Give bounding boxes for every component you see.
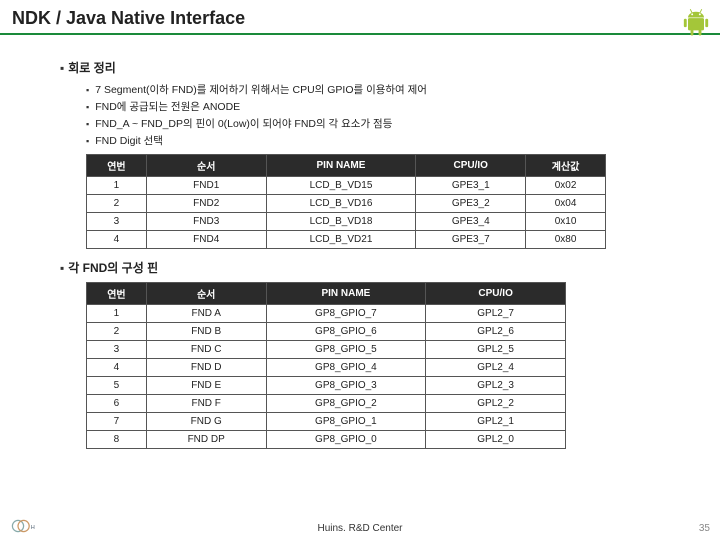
table-row: 1FND AGP8_GPIO_7GPL2_7	[87, 305, 566, 323]
table-header-cell: 연번	[87, 155, 147, 177]
table-cell: GPE3_7	[416, 231, 526, 249]
table-cell: GPE3_4	[416, 213, 526, 231]
table-row: 8FND DPGP8_GPIO_0GPL2_0	[87, 431, 566, 449]
table-fnd-pins: 연번순서PIN NAMECPU/IO 1FND AGP8_GPIO_7GPL2_…	[86, 282, 566, 449]
table-cell: GP8_GPIO_1	[266, 413, 426, 431]
table-cell: GP8_GPIO_4	[266, 359, 426, 377]
table-cell: 0x04	[526, 195, 606, 213]
table-cell: LCD_B_VD15	[266, 177, 416, 195]
table-cell: FND D	[146, 359, 266, 377]
table-cell: GPL2_2	[426, 395, 566, 413]
table-cell: 4	[87, 359, 147, 377]
android-icon	[680, 6, 712, 38]
table-header-row: 연번순서PIN NAMECPU/IO	[87, 283, 566, 305]
table-cell: 3	[87, 341, 147, 359]
table-cell: 0x02	[526, 177, 606, 195]
table-header-row: 연번순서PIN NAMECPU/IO계산값	[87, 155, 606, 177]
list-item: 7 Segment(이하 FND)를 제어하기 위해서는 CPU의 GPIO를 …	[86, 82, 660, 97]
section-1-heading: ▪회로 정리	[60, 59, 660, 76]
table-cell: 2	[87, 195, 147, 213]
table-header-cell: 순서	[146, 283, 266, 305]
table-row: 3FND3LCD_B_VD18GPE3_40x10	[87, 213, 606, 231]
table-cell: 4	[87, 231, 147, 249]
table-cell: 0x80	[526, 231, 606, 249]
table-header-cell: 연번	[87, 283, 147, 305]
table-cell: 2	[87, 323, 147, 341]
table-cell: GP8_GPIO_2	[266, 395, 426, 413]
table-cell: LCD_B_VD16	[266, 195, 416, 213]
table-cell: GPL2_5	[426, 341, 566, 359]
section-2: ▪각 FND의 구성 핀 연번순서PIN NAMECPU/IO 1FND AGP…	[60, 259, 660, 449]
table-cell: GPE3_2	[416, 195, 526, 213]
table-row: 3FND CGP8_GPIO_5GPL2_5	[87, 341, 566, 359]
table-cell: 7	[87, 413, 147, 431]
table-cell: FND B	[146, 323, 266, 341]
page-title: NDK / Java Native Interface	[0, 0, 720, 35]
table-row: 6FND FGP8_GPIO_2GPL2_2	[87, 395, 566, 413]
section-1-bullets: 7 Segment(이하 FND)를 제어하기 위해서는 CPU의 GPIO를 …	[86, 82, 660, 148]
table-row: 5FND EGP8_GPIO_3GPL2_3	[87, 377, 566, 395]
table-cell: GPL2_3	[426, 377, 566, 395]
table-header-cell: PIN NAME	[266, 155, 416, 177]
table-cell: GPE3_1	[416, 177, 526, 195]
table-cell: GPL2_4	[426, 359, 566, 377]
list-item: FND에 공급되는 전원은 ANODE	[86, 99, 660, 114]
table-cell: FND F	[146, 395, 266, 413]
table-header-cell: CPU/IO	[426, 283, 566, 305]
section-2-heading: ▪각 FND의 구성 핀	[60, 259, 660, 276]
section-1: ▪회로 정리 7 Segment(이하 FND)를 제어하기 위해서는 CPU의…	[60, 59, 660, 249]
footer: Huins. R&D Center 35	[0, 523, 720, 534]
table-cell: GP8_GPIO_0	[266, 431, 426, 449]
table-header-cell: 순서	[146, 155, 266, 177]
table-cell: GPL2_6	[426, 323, 566, 341]
page-number: 35	[699, 523, 710, 534]
table-cell: LCD_B_VD21	[266, 231, 416, 249]
table-row: 4FND DGP8_GPIO_4GPL2_4	[87, 359, 566, 377]
table-cell: GPL2_7	[426, 305, 566, 323]
table-cell: FND2	[146, 195, 266, 213]
table-cell: 5	[87, 377, 147, 395]
table-cell: 8	[87, 431, 147, 449]
table-cell: GP8_GPIO_5	[266, 341, 426, 359]
table-row: 1FND1LCD_B_VD15GPE3_10x02	[87, 177, 606, 195]
bullet-square-icon: ▪	[60, 61, 64, 75]
table-header-cell: 계산값	[526, 155, 606, 177]
footer-center-text: Huins. R&D Center	[317, 523, 402, 534]
table-cell: 1	[87, 177, 147, 195]
table-cell: FND C	[146, 341, 266, 359]
table-row: 2FND2LCD_B_VD16GPE3_20x04	[87, 195, 606, 213]
table-header-cell: PIN NAME	[266, 283, 426, 305]
table-cell: LCD_B_VD18	[266, 213, 416, 231]
table-cell: GP8_GPIO_6	[266, 323, 426, 341]
table-cell: 3	[87, 213, 147, 231]
table-row: 7FND GGP8_GPIO_1GPL2_1	[87, 413, 566, 431]
table-cell: FND A	[146, 305, 266, 323]
list-item: FND_A ~ FND_DP의 핀이 0(Low)이 되어야 FND의 각 요소…	[86, 116, 660, 131]
table-cell: FND4	[146, 231, 266, 249]
table-cell: GPL2_0	[426, 431, 566, 449]
table-cell: GP8_GPIO_7	[266, 305, 426, 323]
table-cell: GP8_GPIO_3	[266, 377, 426, 395]
table-cell: FND G	[146, 413, 266, 431]
table-cell: 0x10	[526, 213, 606, 231]
bullet-square-icon: ▪	[60, 261, 64, 275]
table-row: 2FND BGP8_GPIO_6GPL2_6	[87, 323, 566, 341]
table-header-cell: CPU/IO	[416, 155, 526, 177]
table-cell: 1	[87, 305, 147, 323]
table-cell: GPL2_1	[426, 413, 566, 431]
table-cell: FND E	[146, 377, 266, 395]
table-cell: FND1	[146, 177, 266, 195]
table-cell: FND3	[146, 213, 266, 231]
content-area: ▪회로 정리 7 Segment(이하 FND)를 제어하기 위해서는 CPU의…	[0, 35, 720, 449]
table-row: 4FND4LCD_B_VD21GPE3_70x80	[87, 231, 606, 249]
table-cell: FND DP	[146, 431, 266, 449]
table-fnd-digit: 연번순서PIN NAMECPU/IO계산값 1FND1LCD_B_VD15GPE…	[86, 154, 606, 249]
list-item: FND Digit 선택	[86, 133, 660, 148]
table-cell: 6	[87, 395, 147, 413]
